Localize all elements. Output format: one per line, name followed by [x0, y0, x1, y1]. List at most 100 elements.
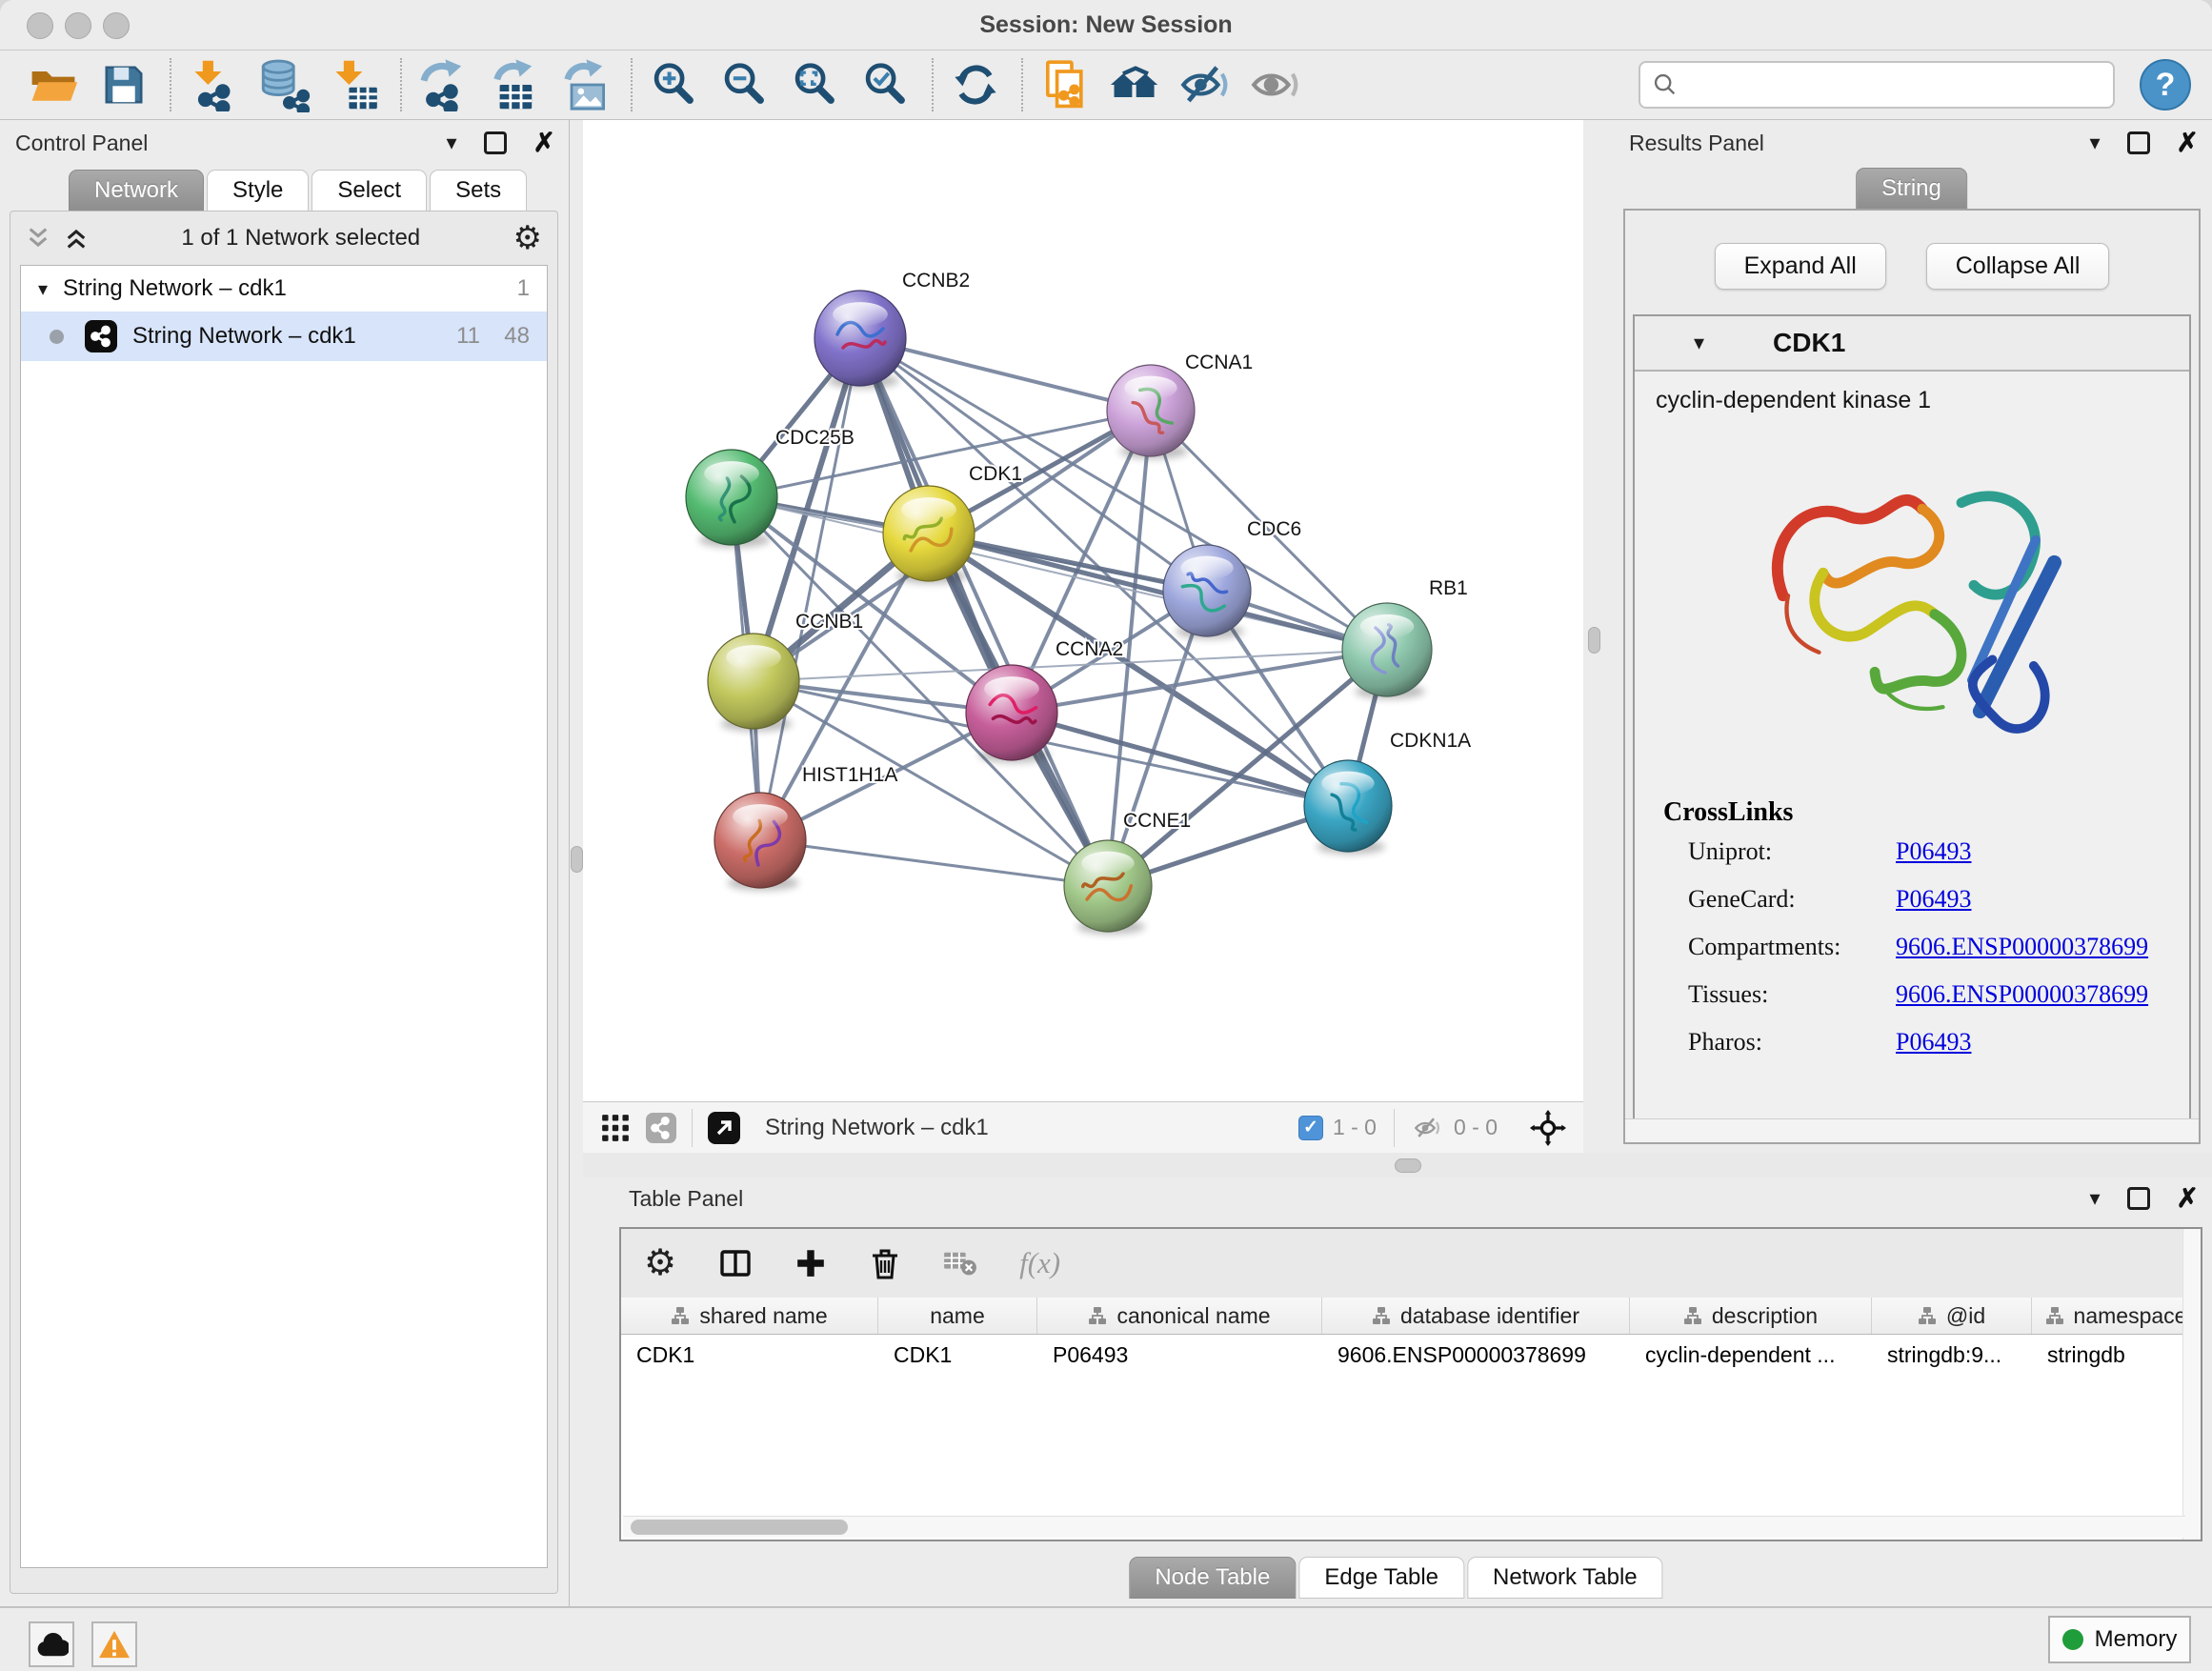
column-header-description[interactable]: description — [1630, 1298, 1872, 1334]
crosslink-link[interactable]: 9606.ENSP00000378699 — [1896, 933, 2148, 961]
network-row-selected[interactable]: String Network – cdk1 11 48 — [21, 312, 547, 361]
function-builder-icon[interactable]: f(x) — [1019, 1246, 1060, 1280]
column-header--id[interactable]: @id — [1872, 1298, 2032, 1334]
detach-view-icon[interactable] — [708, 1112, 740, 1144]
tab-string[interactable]: String — [1856, 168, 1967, 210]
close-panel-icon[interactable]: ✗ — [2177, 130, 2199, 156]
node-CCNA2[interactable] — [966, 665, 1057, 760]
node-CCNB2[interactable] — [814, 291, 906, 386]
show-columns-icon[interactable] — [718, 1247, 753, 1279]
add-column-icon[interactable] — [794, 1247, 827, 1279]
column-header-database-identifier[interactable]: database identifier — [1322, 1298, 1630, 1334]
export-network-button[interactable] — [415, 56, 473, 113]
tab-select[interactable]: Select — [312, 170, 427, 211]
zoom-fit-content-button[interactable] — [787, 56, 844, 113]
table-options-gear-icon[interactable]: ⚙ — [644, 1245, 676, 1281]
section-collapse-icon[interactable]: ▾ — [1694, 332, 1704, 353]
crosslink-link[interactable]: 9606.ENSP00000378699 — [1896, 980, 2148, 1009]
zoom-selected-button[interactable] — [857, 56, 915, 113]
column-header-name[interactable]: name — [878, 1298, 1037, 1334]
right-splitter-handle[interactable] — [1588, 627, 1600, 654]
tab-edge-table[interactable]: Edge Table — [1298, 1557, 1464, 1599]
horizontal-splitter-handle[interactable] — [1395, 1158, 1421, 1173]
collapse-all-icon[interactable] — [26, 226, 50, 251]
hidden-eye-slash-icon[interactable] — [1412, 1114, 1444, 1142]
column-header-shared-name[interactable]: shared name — [621, 1298, 878, 1334]
node-CDC6[interactable] — [1163, 545, 1251, 636]
export-image-button[interactable] — [556, 56, 613, 113]
open-session-button[interactable] — [25, 56, 82, 113]
tab-sets[interactable]: Sets — [430, 170, 527, 211]
close-panel-icon[interactable]: ✗ — [2177, 1185, 2199, 1212]
delete-table-icon[interactable] — [943, 1249, 977, 1278]
table-cell[interactable]: cyclin-dependent ... — [1630, 1335, 1872, 1375]
show-selected-button[interactable] — [1248, 56, 1305, 113]
grid-view-icon[interactable] — [600, 1113, 631, 1143]
memory-button[interactable]: Memory — [2048, 1616, 2191, 1663]
close-window-button[interactable] — [27, 12, 53, 39]
tree-expand-icon[interactable]: ▾ — [38, 277, 48, 301]
import-network-database-button[interactable] — [255, 56, 312, 113]
results-scrollbar[interactable] — [1625, 1118, 2199, 1142]
left-splitter-handle[interactable] — [571, 846, 583, 873]
hide-selected-button[interactable] — [1177, 56, 1235, 113]
crosslink-link[interactable]: P06493 — [1896, 1028, 1971, 1057]
panel-menu-icon[interactable]: ▾ — [2089, 1188, 2100, 1209]
birdseye-view-icon[interactable] — [646, 1113, 676, 1143]
help-button[interactable]: ? — [2140, 59, 2191, 111]
node-CCNB1[interactable] — [708, 634, 799, 729]
network-options-gear-icon[interactable]: ⚙ — [513, 222, 542, 254]
import-network-file-button[interactable] — [185, 56, 242, 113]
float-panel-icon[interactable] — [484, 131, 507, 154]
float-panel-icon[interactable] — [2127, 131, 2150, 154]
scrollbar-thumb[interactable] — [631, 1520, 848, 1535]
node-HIST1H1A[interactable] — [714, 793, 806, 888]
show-all-button[interactable] — [1107, 56, 1164, 113]
search-input[interactable] — [1679, 70, 2092, 99]
expand-all-button[interactable]: Expand All — [1715, 243, 1886, 290]
table-cell[interactable]: P06493 — [1037, 1335, 1322, 1375]
tab-network[interactable]: Network — [69, 170, 204, 211]
minimize-window-button[interactable] — [65, 12, 91, 39]
tab-style[interactable]: Style — [207, 170, 309, 211]
float-panel-icon[interactable] — [2127, 1187, 2150, 1210]
node-RB1[interactable] — [1342, 603, 1432, 696]
warning-status-button[interactable] — [91, 1621, 137, 1667]
node-CCNE1[interactable] — [1064, 840, 1152, 932]
network-graph[interactable]: CCNB2CCNA1CDC25BCDK1CDC6RB1CCNB1CCNA2CDK… — [583, 120, 1583, 1101]
apply-layout-button[interactable] — [947, 56, 1004, 113]
tab-network-table[interactable]: Network Table — [1467, 1557, 1663, 1599]
node-CDKN1A[interactable] — [1304, 760, 1392, 852]
node-section-header[interactable]: ▾ CDK1 — [1635, 316, 2189, 372]
import-table-file-button[interactable] — [326, 56, 383, 113]
crosslink-link[interactable]: P06493 — [1896, 885, 1971, 914]
cloud-status-button[interactable] — [29, 1621, 74, 1667]
network-canvas[interactable]: CCNB2CCNA1CDC25BCDK1CDC6RB1CCNB1CCNA2CDK… — [583, 120, 1583, 1101]
table-vertical-scrollbar[interactable] — [2182, 1229, 2201, 1540]
node-CDK1[interactable] — [883, 486, 975, 581]
table-row[interactable]: CDK1CDK1P064939606.ENSP00000378699cyclin… — [621, 1335, 2201, 1375]
table-horizontal-scrollbar[interactable] — [623, 1516, 2185, 1538]
column-header-namespace[interactable]: namespace — [2032, 1298, 2201, 1334]
expand-all-icon[interactable] — [64, 226, 89, 251]
zoom-window-button[interactable] — [103, 12, 130, 39]
table-cell[interactable]: stringdb — [2032, 1335, 2201, 1375]
panel-menu-icon[interactable]: ▾ — [446, 132, 456, 153]
delete-trash-icon[interactable] — [869, 1246, 901, 1280]
table-cell[interactable]: CDK1 — [621, 1335, 878, 1375]
fit-selected-crosshair-icon[interactable] — [1530, 1110, 1566, 1146]
node-CDC25B[interactable] — [686, 450, 777, 545]
collapse-all-button[interactable]: Collapse All — [1926, 243, 2110, 290]
table-cell[interactable]: 9606.ENSP00000378699 — [1322, 1335, 1630, 1375]
selected-checkbox-icon[interactable]: ✓ — [1298, 1116, 1323, 1140]
export-table-button[interactable] — [486, 56, 543, 113]
network-from-clipboard-button[interactable] — [1036, 56, 1094, 113]
close-panel-icon[interactable]: ✗ — [533, 130, 555, 156]
save-session-button[interactable] — [95, 56, 152, 113]
panel-menu-icon[interactable]: ▾ — [2089, 132, 2100, 153]
column-header-canonical-name[interactable]: canonical name — [1037, 1298, 1322, 1334]
node-CCNA1[interactable] — [1107, 365, 1195, 456]
tab-node-table[interactable]: Node Table — [1129, 1557, 1296, 1599]
zoom-out-button[interactable] — [716, 56, 774, 113]
zoom-in-button[interactable] — [646, 56, 703, 113]
